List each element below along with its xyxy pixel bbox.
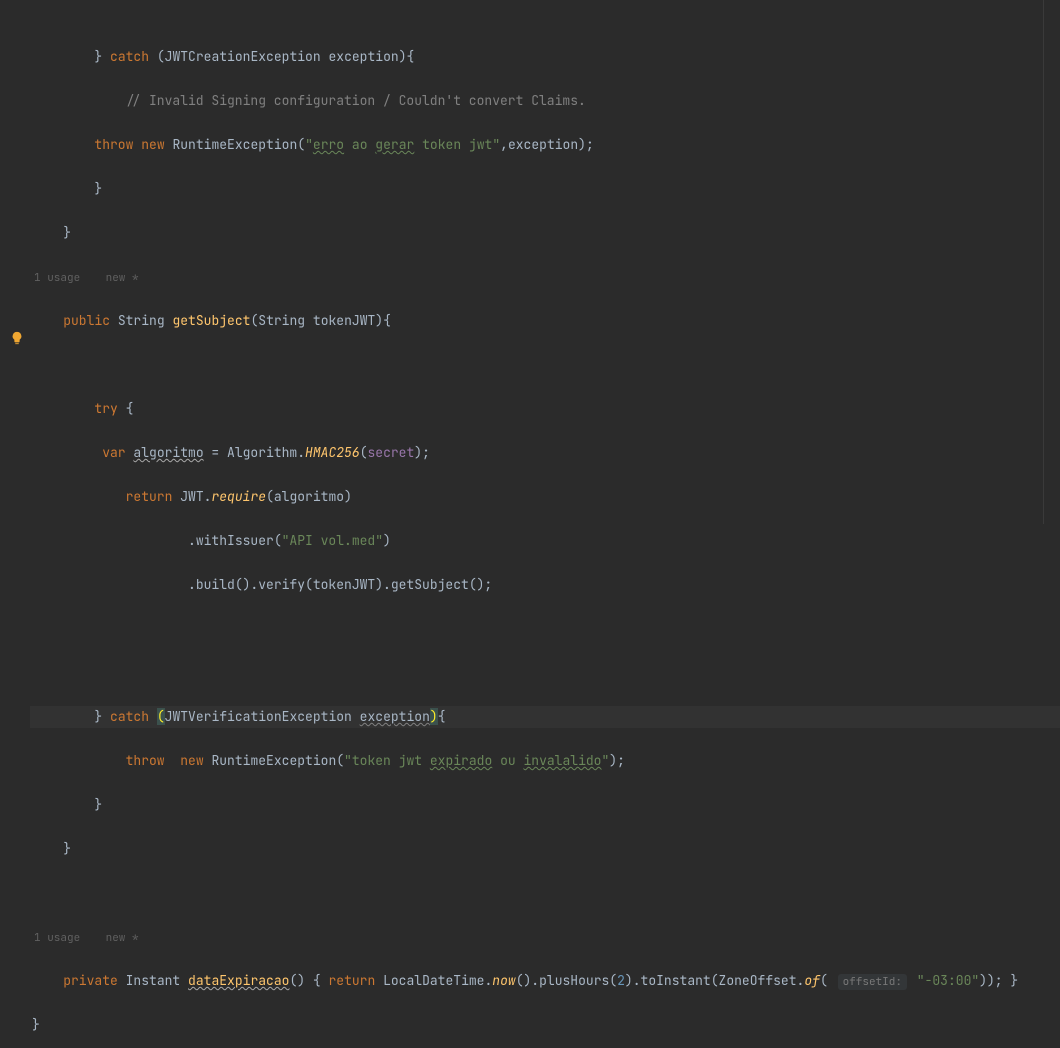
string-text: "token jwt [344,752,430,769]
paren-close: ); [609,752,625,769]
return-type: Instant [126,972,181,989]
brace: } [32,1016,40,1033]
brace: { [118,400,134,417]
return-type: String [118,312,165,329]
string-typo: invalalido [523,752,601,769]
paren: ( [820,972,828,989]
brace: } [94,796,102,813]
string-typo: erro [313,136,344,153]
brace: { [438,708,446,725]
highlighted-paren: ( [157,708,165,725]
static-method: of [804,972,820,989]
method-chain: .withIssuer( [188,532,282,549]
argument: algoritmo [274,488,344,505]
paren-close: ) [383,532,391,549]
paren-close: )); } [979,972,1018,989]
gutter [0,0,30,524]
method-chain: ).toInstant(ZoneOffset. [625,972,804,989]
method-chain: ().plusHours( [516,972,617,989]
paren: ( [266,488,274,505]
paren-close: ); [578,136,594,153]
keyword-return: return [126,488,173,505]
param-name: tokenJWT [305,312,375,329]
class-algorithm: Algorithm [227,444,297,461]
keyword-throw: throw [126,752,165,769]
string-text: token jwt" [414,136,500,153]
identifier: exception [508,136,578,153]
class-local-date-time: LocalDateTime. [375,972,492,989]
paren-close: ) [344,488,352,505]
exception-var: exception [321,48,399,65]
usage-hint[interactable]: 1 usage [32,271,80,285]
keyword-new: new [180,752,203,769]
usage-hint[interactable]: 1 usage [32,931,80,945]
static-method: HMAC256 [305,444,360,461]
brace: } [94,48,110,65]
keyword-throw: throw [94,136,133,153]
parens-brace: () { [289,972,328,989]
string-typo: gerar [375,136,414,153]
paren: ( [297,136,305,153]
string-text: ao [344,136,375,153]
paren-close: ); [414,444,430,461]
string-typo: expirado [430,752,492,769]
class-jwt: JWT. [172,488,211,505]
new-hint[interactable]: new * [104,271,139,285]
exception-var: exception [360,708,430,725]
method-name: dataExpiracao [188,972,289,989]
string-literal: "API vol.med" [282,532,383,549]
operator: = [204,444,227,461]
keyword-catch: catch [110,708,149,725]
paren: ( [157,48,165,65]
static-method: require [211,488,266,505]
class-runtime-exception: RuntimeException [172,136,297,153]
keyword-public: public [63,312,110,329]
right-margin [1043,0,1044,524]
variable-name: algoritmo [133,444,203,461]
paren-close: ){ [375,312,391,329]
parameter-hint: offsetId: [838,974,907,990]
exception-type: JWTCreationException [165,48,321,65]
number-literal: 2 [617,972,625,989]
class-runtime-exception: RuntimeException( [204,752,344,769]
brace: } [94,180,102,197]
static-method: now [492,972,515,989]
new-hint[interactable]: new * [104,931,139,945]
keyword-new: new [141,136,164,153]
field: secret [367,444,414,461]
code-content[interactable]: } catch (JWTCreationException exception)… [30,0,1060,524]
code-editor[interactable]: } catch (JWTCreationException exception)… [0,0,1060,524]
param-type: String [258,312,305,329]
brace: } [63,224,71,241]
keyword-var: var [102,444,125,461]
exception-type: JWTVerificationException [165,708,360,725]
brace: } [63,840,71,857]
keyword-catch: catch [110,48,149,65]
method-chain: .build().verify(tokenJWT).getSubject(); [188,576,492,593]
brace: } [94,708,110,725]
method-name: getSubject [172,312,250,329]
highlighted-paren: ) [430,708,438,725]
keyword-private: private [63,972,118,989]
paren-close: ){ [399,48,415,65]
dot: . [297,444,305,461]
string-quote: " [601,752,609,769]
keyword-try: try [94,400,117,417]
string-quote: " [305,136,313,153]
string-literal: "-03:00" [917,972,979,989]
string-text: ou [492,752,523,769]
keyword-return: return [328,972,375,989]
lightbulb-icon[interactable] [10,331,24,345]
comment: // Invalid Signing configuration / Could… [126,92,586,109]
comma: , [500,136,508,153]
